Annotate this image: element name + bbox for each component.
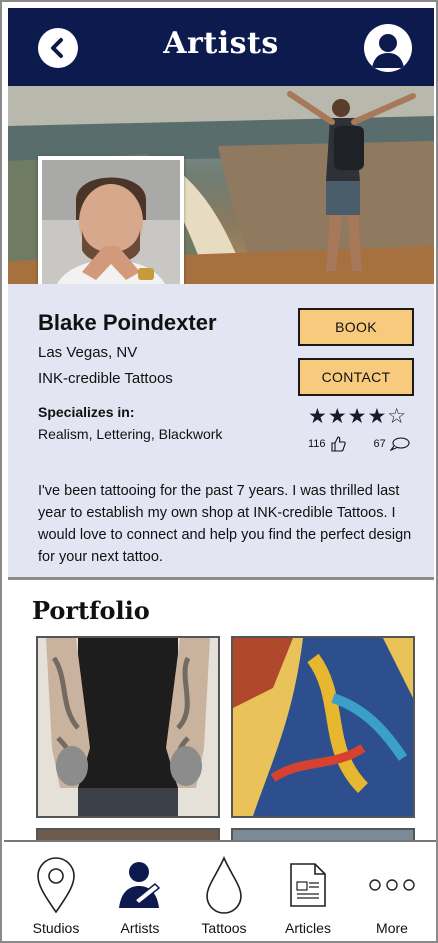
ink-drop-icon [206,856,242,914]
likes-count: 116 [308,438,326,450]
map-pin-icon [37,857,75,914]
nav-articles[interactable]: Articles [268,842,348,941]
nav-tattoos[interactable]: Tattoos [184,842,264,941]
nav-articles-label: Articles [285,920,331,936]
nav-artists-label: Artists [120,920,160,936]
specialties: Realism, Lettering, Blackwork [38,426,223,442]
book-button[interactable]: BOOK [298,308,414,346]
portfolio-image-neck [233,638,413,816]
nav-more[interactable]: More [352,842,432,941]
artist-location: Las Vegas, NV [38,344,138,361]
nav-artists[interactable]: Artists [100,842,180,941]
comment-icon[interactable] [389,437,410,451]
portfolio-item[interactable] [231,636,415,818]
user-icon [372,34,404,68]
nav-studios[interactable]: Studios [16,842,96,941]
app-frame: Artists Blake Poindexter Las Vegas, NV I… [0,0,438,943]
artist-name: Blake Poindexter [38,310,217,335]
contact-button[interactable]: CONTACT [298,358,414,396]
artist-avatar [38,156,184,284]
cover-photo [8,86,434,284]
artist-bio: I've been tattooing for the past 7 years… [38,483,412,565]
artist-portrait [42,160,180,284]
bottom-nav: Studios Artists Tattoos Articles More [4,840,436,941]
artist-shop: INK-credible Tattoos [38,370,173,387]
portfolio-title: Portfolio [32,596,150,625]
thumbs-up-icon[interactable] [330,436,346,452]
nav-more-label: More [376,920,408,936]
profile-button[interactable] [364,24,412,72]
nav-tattoos-label: Tattoos [201,920,247,936]
artist-info-panel: Blake Poindexter Las Vegas, NV INK-credi… [8,284,434,580]
specializes-label: Specializes in: [38,404,135,420]
more-dots-icon [369,879,415,891]
engagement-counts: 116 67 [308,436,410,452]
article-icon [290,863,326,907]
artist-icon [119,862,161,908]
portfolio-item[interactable] [36,636,220,818]
top-header: Artists [8,8,434,86]
nav-studios-label: Studios [32,920,80,936]
rating-stars: ★★★★☆ [308,404,408,428]
comments-count: 67 [373,438,386,450]
portfolio-image-forearms [38,638,218,816]
